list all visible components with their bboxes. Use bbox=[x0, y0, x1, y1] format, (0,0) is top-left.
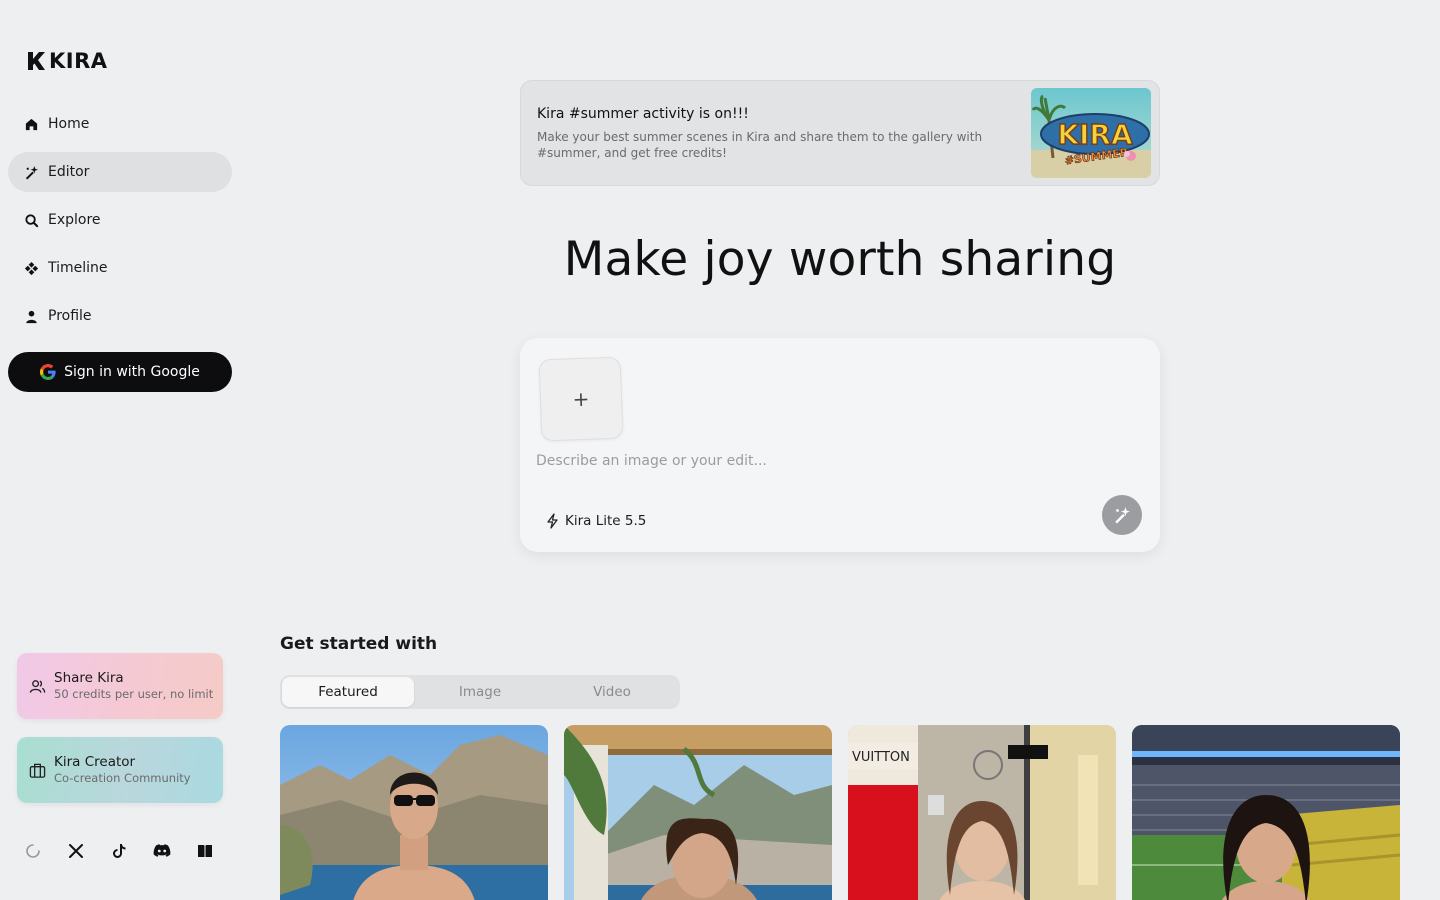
user-icon bbox=[26, 310, 37, 323]
share-kira-card[interactable]: Share Kira 50 credits per user, no limit bbox=[17, 653, 223, 719]
card-woman-stadium[interactable] bbox=[1132, 725, 1400, 900]
search-icon bbox=[25, 213, 39, 227]
kira-creator-subtitle: Co-creation Community bbox=[54, 771, 191, 785]
banner-image: KIRA #SUMMER bbox=[1031, 88, 1151, 178]
sparkle-pen-icon bbox=[25, 165, 39, 180]
summer-activity-banner[interactable]: Kira #summer activity is on!!! Make your… bbox=[520, 80, 1160, 186]
card-woman-vuitton-street[interactable]: VUITTON bbox=[848, 725, 1116, 900]
sign-in-google-button[interactable]: Sign in with Google bbox=[8, 352, 232, 392]
banner-title: Kira #summer activity is on!!! bbox=[537, 106, 749, 122]
card-man-sunglasses-coast[interactable] bbox=[280, 725, 548, 900]
tab-video[interactable]: Video bbox=[546, 677, 678, 707]
sidebar: KIRA Home Editor Explore Timeline Profil… bbox=[0, 0, 240, 900]
card-woman-terrace-coast[interactable] bbox=[564, 725, 832, 900]
tab-featured[interactable]: Featured bbox=[282, 677, 414, 707]
prompt-composer: + Kira Lite 5.5 bbox=[520, 338, 1160, 552]
sparkle-pen-icon bbox=[1115, 507, 1130, 524]
nav-item-label: Editor bbox=[48, 164, 90, 180]
tab-image[interactable]: Image bbox=[414, 677, 546, 707]
nav-item-explore[interactable]: Explore bbox=[8, 200, 232, 240]
lightning-icon bbox=[547, 513, 558, 529]
plus-icon: + bbox=[572, 386, 590, 412]
x-icon[interactable] bbox=[67, 842, 85, 860]
kira-logo-icon bbox=[28, 52, 45, 70]
prompt-input[interactable] bbox=[536, 448, 1136, 474]
banner-description: Make your best summer scenes in Kira and… bbox=[537, 130, 983, 160]
google-icon bbox=[40, 364, 56, 380]
hero-title: Make joy worth sharing bbox=[563, 232, 1117, 287]
gallery-cards: VUITTON bbox=[280, 725, 1400, 900]
nav-item-timeline[interactable]: Timeline bbox=[8, 248, 232, 288]
kira-creator-text: Kira Creator Co-creation Community bbox=[54, 754, 191, 786]
nav-item-label: Timeline bbox=[48, 260, 108, 276]
users-icon bbox=[29, 679, 46, 693]
tiktok-icon[interactable] bbox=[110, 842, 128, 860]
nav-item-label: Explore bbox=[48, 212, 101, 228]
generate-button[interactable] bbox=[1102, 495, 1142, 535]
kira-creator-title: Kira Creator bbox=[54, 754, 136, 770]
gallery-tabs: Featured Image Video bbox=[280, 675, 680, 709]
nav-item-profile[interactable]: Profile bbox=[8, 296, 232, 336]
share-kira-title: Share Kira bbox=[54, 670, 124, 686]
briefcase-icon bbox=[29, 763, 46, 778]
share-kira-text: Share Kira 50 credits per user, no limit bbox=[54, 670, 213, 702]
nav-item-label: Profile bbox=[48, 308, 92, 324]
book-icon[interactable] bbox=[196, 842, 214, 860]
share-kira-subtitle: 50 credits per user, no limit bbox=[54, 687, 214, 701]
nav-item-home[interactable]: Home bbox=[8, 104, 232, 144]
kira-creator-card[interactable]: Kira Creator Co-creation Community bbox=[17, 737, 223, 803]
nav-item-label: Home bbox=[48, 116, 90, 132]
home-icon bbox=[25, 118, 38, 130]
model-name: Kira Lite 5.5 bbox=[565, 513, 647, 529]
discord-icon[interactable] bbox=[153, 842, 171, 860]
gallery-title: Get started with bbox=[280, 634, 438, 654]
brand-name: KIRA bbox=[49, 49, 108, 73]
social-links bbox=[24, 842, 214, 860]
nav-item-editor[interactable]: Editor bbox=[8, 152, 232, 192]
upload-image-button[interactable]: + bbox=[538, 356, 624, 442]
loading-icon[interactable] bbox=[24, 842, 42, 860]
main-nav: Home Editor Explore Timeline Profile bbox=[8, 104, 232, 344]
model-selector[interactable]: Kira Lite 5.5 bbox=[546, 513, 646, 529]
card-storefront-sign: VUITTON bbox=[852, 750, 910, 765]
diamond-cluster-icon bbox=[24, 261, 39, 275]
brand-logo[interactable]: KIRA bbox=[26, 49, 108, 73]
sign-in-google-label: Sign in with Google bbox=[64, 364, 200, 380]
